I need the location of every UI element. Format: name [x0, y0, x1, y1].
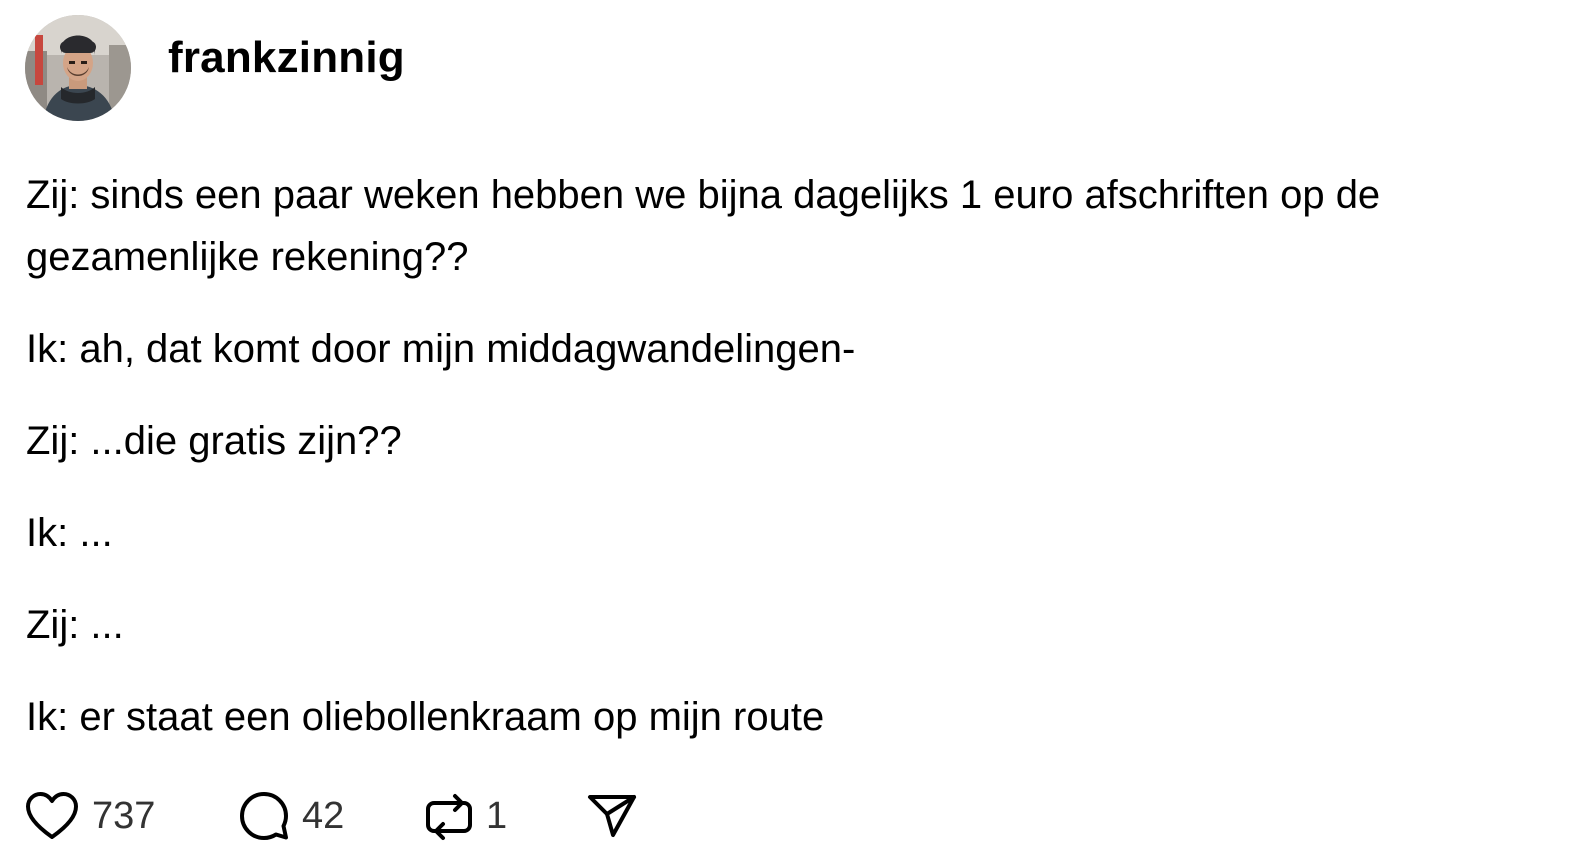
post-line: Ik: ...: [26, 511, 113, 555]
like-button[interactable]: 737: [24, 790, 238, 842]
reply-button[interactable]: 42: [238, 790, 424, 842]
post-paragraph: Ik: ...: [26, 502, 1571, 564]
reply-count: 42: [302, 794, 345, 837]
post-line: Zij: ...: [26, 603, 124, 647]
post: frankzinnig Zij: sinds een paar weken he…: [0, 0, 1588, 866]
comment-icon: [238, 790, 290, 842]
send-icon: [586, 791, 638, 841]
post-line: gezamenlijke rekening??: [26, 235, 469, 279]
post-body: Zij: sinds een paar weken hebben we bijn…: [26, 164, 1571, 778]
share-button[interactable]: [586, 791, 638, 841]
action-bar: 737 42 1: [24, 786, 638, 846]
repost-count: 1: [486, 794, 508, 837]
avatar[interactable]: [25, 15, 131, 121]
post-line: Zij: sinds een paar weken hebben we bijn…: [26, 173, 1381, 217]
post-paragraph: Zij: ...: [26, 594, 1571, 656]
post-paragraph: Zij: ...die gratis zijn??: [26, 410, 1571, 472]
like-count: 737: [92, 794, 156, 837]
post-header: frankzinnig: [25, 14, 405, 122]
post-line: Ik: er staat een oliebollenkraam op mijn…: [26, 695, 825, 739]
avatar-photo-icon: [25, 15, 131, 121]
post-line: Zij: ...die gratis zijn??: [26, 419, 402, 463]
post-paragraph: Ik: er staat een oliebollenkraam op mijn…: [26, 686, 1571, 748]
heart-icon: [24, 790, 80, 842]
post-paragraph: Ik: ah, dat komt door mijn middagwandeli…: [26, 318, 1571, 380]
repost-button[interactable]: 1: [424, 791, 586, 841]
post-line: Ik: ah, dat komt door mijn middagwandeli…: [26, 327, 856, 371]
username[interactable]: frankzinnig: [168, 33, 405, 83]
post-paragraph: Zij: sinds een paar weken hebben we bijn…: [26, 164, 1571, 288]
repost-icon: [424, 791, 474, 841]
